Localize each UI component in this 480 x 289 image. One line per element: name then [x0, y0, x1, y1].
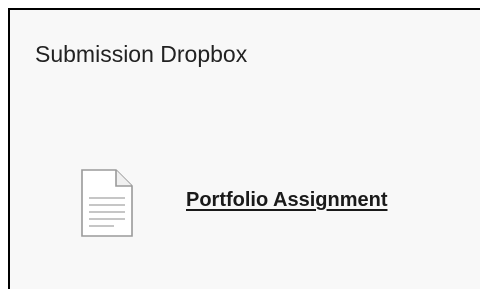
list-item: Portfolio Assignment: [80, 168, 470, 248]
portfolio-assignment-link[interactable]: Portfolio Assignment: [186, 188, 387, 212]
submission-dropbox-panel: Submission Dropbox Portfolio Assignment: [8, 8, 480, 289]
document-icon: [80, 168, 134, 238]
page-title: Submission Dropbox: [35, 41, 248, 67]
